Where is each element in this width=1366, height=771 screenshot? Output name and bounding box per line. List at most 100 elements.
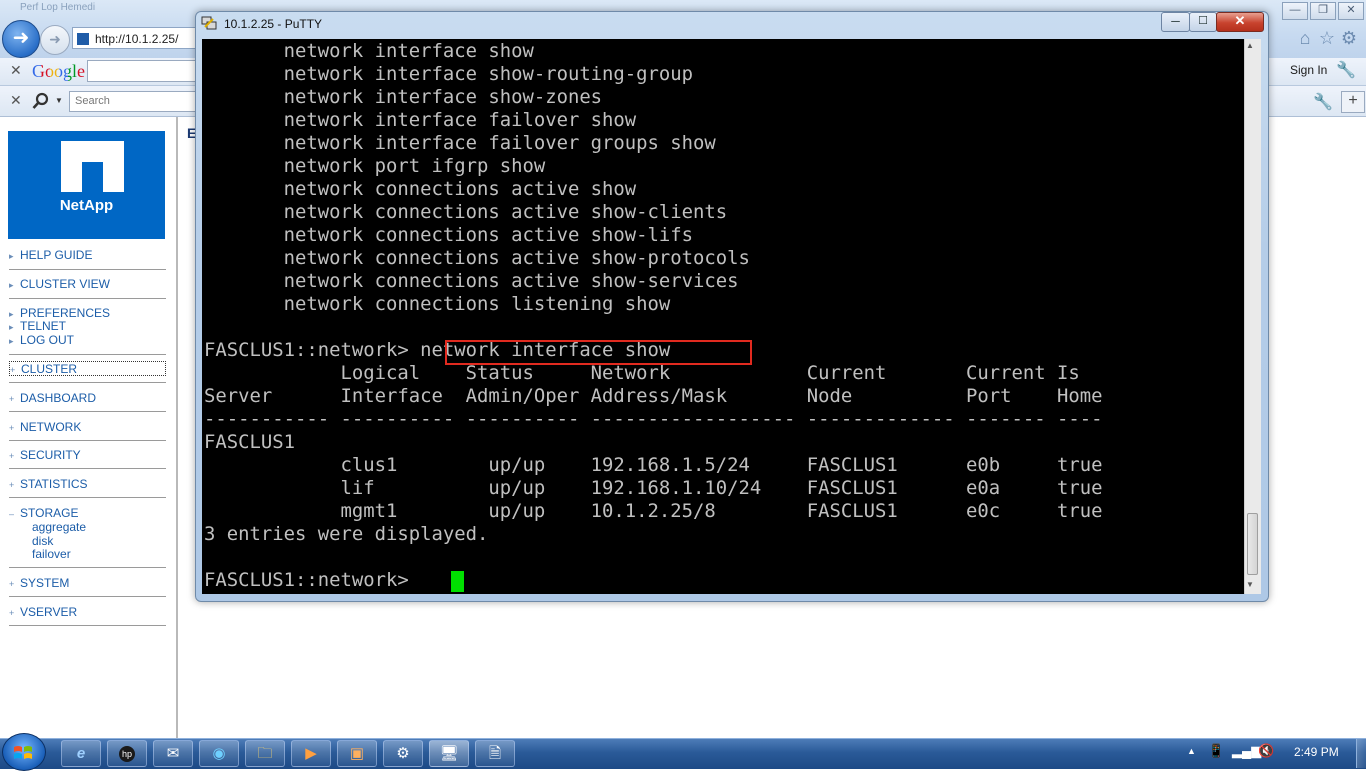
taskbar-ie-icon[interactable]: e [61, 740, 101, 767]
command-highlight-box [445, 340, 752, 365]
table-header-line-2: Server Interface Admin/Oper Address/Mask… [204, 385, 1103, 407]
add-button[interactable]: + [1341, 91, 1365, 113]
scrollbar-thumb[interactable] [1247, 513, 1258, 575]
address-url: http://10.1.2.25/ [95, 32, 179, 46]
sign-in-link[interactable]: Sign In [1290, 63, 1327, 77]
tray-volume-muted-icon[interactable]: 🔇 [1258, 743, 1274, 759]
taskbar-explorer-icon[interactable]: 🗀 [245, 740, 285, 767]
nav-label: TELNET [20, 319, 67, 333]
taskbar-outlook-icon[interactable]: ✉ [153, 740, 193, 767]
nav-expand-icon: + [9, 423, 15, 433]
terminal-line: network connections active show-services [204, 270, 739, 292]
taskbar-media-player-icon[interactable]: ▶ [291, 740, 331, 767]
taskbar-notepad-icon[interactable]: 🗎 [475, 740, 515, 767]
google-logo: Google [32, 61, 85, 82]
nav-divider [9, 468, 166, 469]
nav-label: HELP GUIDE [20, 248, 93, 262]
terminal-line: network interface failover groups show [204, 132, 716, 154]
taskbar-paint-icon[interactable]: ▣ [337, 740, 377, 767]
table-header-line-1: Logical Status Network Current Current I… [204, 362, 1080, 384]
nav-system[interactable]: + SYSTEM [9, 576, 166, 590]
nav-bullet-icon: ▸ [9, 336, 14, 346]
terminal-line: network interface show-routing-group [204, 63, 694, 85]
nav-help-guide[interactable]: ▸ HELP GUIDE [9, 248, 166, 262]
nav-divider [9, 354, 166, 355]
tray-device-icon[interactable]: 📱 [1208, 743, 1224, 759]
tools-wrench-icon[interactable]: 🔧 [1313, 92, 1333, 112]
terminal-line: network connections active show [204, 178, 637, 200]
nav-sub-disk[interactable]: disk [32, 534, 53, 548]
google-label: Google [32, 61, 85, 81]
browser-title-fragment: Perf Lop Hemedi [20, 2, 96, 13]
search-icon[interactable] [32, 92, 50, 110]
nav-label: SECURITY [20, 448, 81, 462]
browser-close-button[interactable]: ✕ [1338, 2, 1364, 20]
scroll-up-icon[interactable]: ▲ [1246, 41, 1254, 50]
nav-log-out[interactable]: ▸ LOG OUT [9, 333, 166, 347]
putty-minimize-button[interactable]: ─ [1161, 12, 1190, 32]
nav-divider [9, 567, 166, 568]
browser-restore-button[interactable]: ❐ [1310, 2, 1336, 20]
close-toolbar-icon[interactable]: ✕ [10, 62, 22, 79]
nav-label: SYSTEM [20, 576, 70, 590]
nav-divider [9, 497, 166, 498]
arrow-left-icon: ➜ [12, 27, 30, 49]
close-search-toolbar-icon[interactable]: ✕ [10, 92, 22, 109]
nav-vserver[interactable]: + VSERVER [9, 605, 166, 619]
table-row: clus1 up/up 192.168.1.5/24 FASCLUS1 e0b … [204, 454, 1103, 476]
taskbar-media-center-icon[interactable]: ◉ [199, 740, 239, 767]
nav-telnet[interactable]: ▸ TELNET [9, 319, 166, 333]
nav-divider [9, 440, 166, 441]
terminal-prompt: FASCLUS1::network> [204, 569, 421, 591]
google-search-input[interactable] [87, 60, 197, 82]
show-desktop-button[interactable] [1356, 739, 1366, 768]
wrench-icon[interactable]: 🔧 [1336, 60, 1356, 80]
favorites-star-icon[interactable]: ☆ [1316, 28, 1338, 49]
address-bar[interactable]: http://10.1.2.25/ [72, 27, 196, 49]
entries-count-line: 3 entries were displayed. [204, 523, 489, 545]
nav-cluster-view[interactable]: ▸ CLUSTER VIEW [9, 277, 166, 291]
nav-sub-aggregate[interactable]: aggregate [32, 520, 86, 534]
putty-close-button[interactable]: ✕ [1216, 12, 1264, 32]
nav-divider [9, 382, 166, 383]
scroll-down-icon[interactable]: ▼ [1246, 580, 1254, 589]
site-favicon-icon [77, 33, 89, 45]
nav-label: CLUSTER [21, 362, 78, 376]
nav-dashboard[interactable]: + DASHBOARD [9, 391, 166, 405]
tray-expand-icon[interactable]: ▲ [1187, 746, 1196, 756]
nav-cluster[interactable]: + CLUSTER [9, 361, 166, 376]
nav-collapse-icon: – [9, 509, 15, 519]
netapp-mark-icon [61, 141, 124, 192]
nav-divider [9, 298, 166, 299]
terminal-line: network port ifgrp show [204, 155, 546, 177]
terminal-line: network connections active show-protocol… [204, 247, 750, 269]
nav-storage[interactable]: – STORAGE [9, 506, 166, 520]
nav-expand-icon: + [9, 394, 15, 404]
nav-expand-icon: + [9, 579, 15, 589]
back-button[interactable]: ➜ [2, 20, 40, 58]
taskbar-hp-icon[interactable]: hp [107, 740, 147, 767]
nav-network[interactable]: + NETWORK [9, 420, 166, 434]
search-input[interactable]: Search [69, 91, 197, 112]
putty-icon [201, 16, 217, 30]
terminal-line: network connections active show-lifs [204, 224, 694, 246]
terminal-scrollbar[interactable] [1244, 39, 1261, 594]
search-dropdown-icon[interactable]: ▼ [55, 96, 63, 105]
nav-security[interactable]: + SECURITY [9, 448, 166, 462]
nav-bullet-icon: ▸ [9, 322, 14, 332]
taskbar-clock[interactable]: 2:49 PM [1294, 745, 1339, 759]
nav-label: STATISTICS [20, 477, 88, 491]
browser-minimize-button[interactable]: — [1282, 2, 1308, 20]
nav-sub-failover[interactable]: failover [32, 547, 71, 561]
tray-signal-icon[interactable]: ▂▄▆ [1232, 743, 1261, 759]
nav-statistics[interactable]: + STATISTICS [9, 477, 166, 491]
taskbar-putty-icon[interactable]: 🖥 [429, 740, 469, 767]
home-icon[interactable]: ⌂ [1294, 28, 1316, 49]
windows-logo-icon [14, 746, 32, 759]
putty-maximize-button[interactable]: ☐ [1189, 12, 1217, 32]
tools-gear-icon[interactable]: ⚙ [1338, 28, 1360, 49]
nav-preferences[interactable]: ▸ PREFERENCES [9, 306, 166, 320]
forward-button[interactable]: ➜ [40, 25, 70, 55]
taskbar-control-panel-icon[interactable]: ⚙ [383, 740, 423, 767]
terminal-line: network interface show [204, 40, 534, 62]
